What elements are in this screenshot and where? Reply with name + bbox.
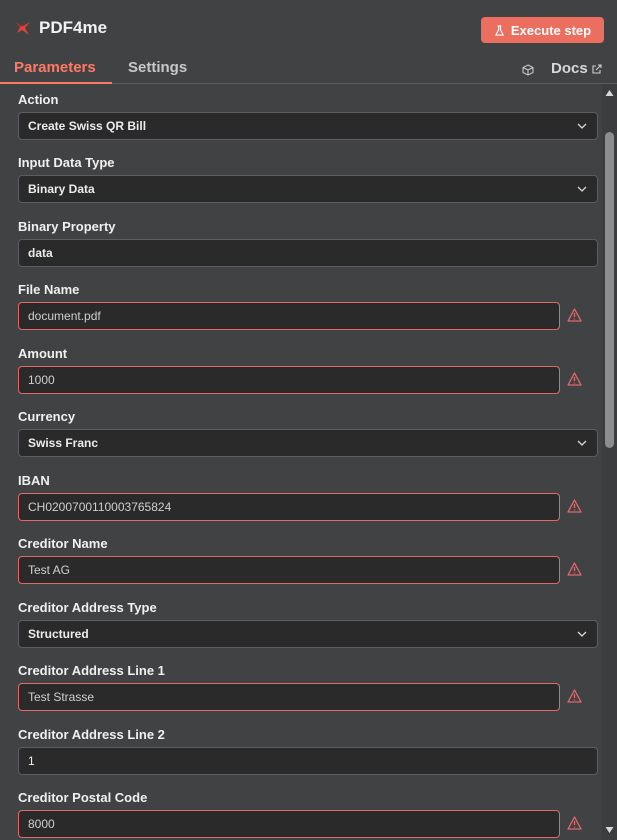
pdf4me-logo-icon [16, 22, 30, 35]
warning-icon [567, 816, 582, 830]
scroll-down-arrow-icon[interactable] [605, 826, 614, 834]
field-file-name: File Name document.pdf [18, 282, 598, 330]
execute-step-button[interactable]: Execute step [481, 17, 604, 43]
tab-bar: Parameters Settings Docs [0, 55, 617, 84]
flask-icon [494, 24, 504, 36]
creditor-postal-code-label: Creditor Postal Code [18, 790, 148, 805]
iban-label: IBAN [18, 473, 50, 488]
scroll-up-arrow-icon[interactable] [605, 89, 614, 97]
external-link-icon [592, 63, 602, 74]
creditor-address-line2-label: Creditor Address Line 2 [18, 727, 165, 742]
currency-value: Swiss Franc [28, 436, 99, 450]
iban-input[interactable]: CH0200700110003765824 [18, 493, 560, 521]
field-creditor-postal-code: Creditor Postal Code 8000 [18, 790, 598, 838]
chevron-down-icon [577, 631, 587, 637]
node-header: PDF4me Execute step Parameters Settings … [0, 0, 617, 84]
field-action: Action Create Swiss QR Bill [18, 92, 598, 140]
parameters-panel: Action Create Swiss QR Bill Input Data T… [0, 84, 602, 840]
field-input-data-type: Input Data Type Binary Data [18, 155, 598, 203]
docs-label: Docs [551, 60, 588, 77]
binary-property-label: Binary Property [18, 219, 116, 234]
warning-icon [567, 308, 582, 322]
action-select[interactable]: Create Swiss QR Bill [18, 112, 598, 140]
action-label: Action [18, 92, 59, 107]
field-binary-property: Binary Property data [18, 219, 598, 267]
creditor-address-line1-input[interactable]: Test Strasse [18, 683, 560, 711]
tab-parameters[interactable]: Parameters [14, 59, 96, 76]
warning-icon [567, 499, 582, 513]
field-iban: IBAN CH0200700110003765824 [18, 473, 598, 521]
warning-icon [567, 372, 582, 386]
currency-label: Currency [18, 409, 76, 424]
execute-step-label: Execute step [510, 22, 592, 38]
binary-property-input[interactable]: data [18, 239, 598, 267]
warning-icon [567, 689, 582, 703]
tab-settings[interactable]: Settings [128, 59, 187, 76]
node-title: PDF4me [39, 18, 108, 37]
file-name-input[interactable]: document.pdf [18, 302, 560, 330]
creditor-address-type-label: Creditor Address Type [18, 600, 157, 615]
vertical-scrollbar[interactable] [602, 84, 617, 840]
field-amount: Amount 1000 [18, 346, 598, 394]
docs-link[interactable]: Docs [551, 60, 602, 77]
chevron-down-icon [577, 440, 587, 446]
field-creditor-address-line1: Creditor Address Line 1 Test Strasse [18, 663, 598, 711]
field-creditor-address-type: Creditor Address Type Structured [18, 600, 598, 648]
cube-icon [522, 64, 534, 76]
amount-label: Amount [18, 346, 68, 361]
input-data-type-label: Input Data Type [18, 155, 115, 170]
input-data-type-select[interactable]: Binary Data [18, 175, 598, 203]
creditor-address-line1-label: Creditor Address Line 1 [18, 663, 165, 678]
creditor-postal-code-input[interactable]: 8000 [18, 810, 560, 838]
action-value: Create Swiss QR Bill [28, 119, 147, 133]
creditor-address-type-select[interactable]: Structured [18, 620, 598, 648]
chevron-down-icon [577, 186, 587, 192]
chevron-down-icon [577, 123, 587, 129]
creditor-address-line2-input[interactable]: 1 [18, 747, 598, 775]
field-creditor-address-line2: Creditor Address Line 2 1 [18, 727, 598, 775]
creditor-name-input[interactable]: Test AG [18, 556, 560, 584]
warning-icon [567, 562, 582, 576]
input-data-type-value: Binary Data [28, 182, 95, 196]
field-currency: Currency Swiss Franc [18, 409, 598, 457]
field-creditor-name: Creditor Name Test AG [18, 536, 598, 584]
amount-input[interactable]: 1000 [18, 366, 560, 394]
creditor-address-type-value: Structured [28, 627, 89, 641]
file-name-label: File Name [18, 282, 80, 297]
creditor-name-label: Creditor Name [18, 536, 108, 551]
currency-select[interactable]: Swiss Franc [18, 429, 598, 457]
scrollbar-thumb[interactable] [605, 132, 614, 448]
